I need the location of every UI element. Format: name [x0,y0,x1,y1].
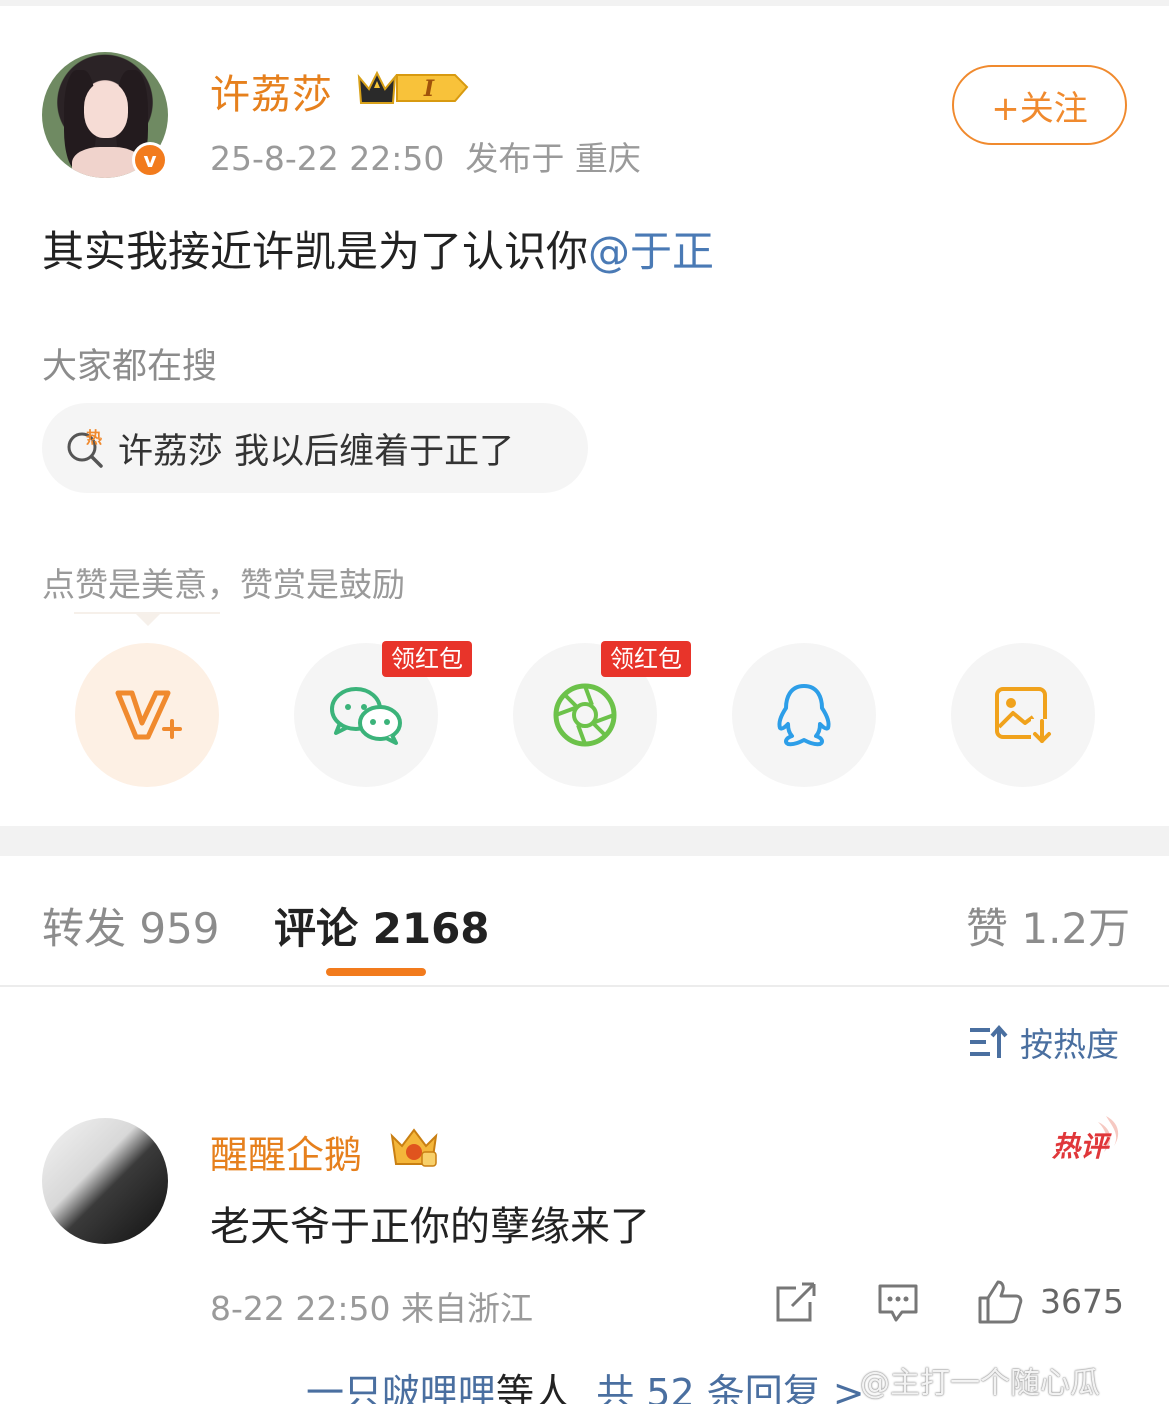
commenter-avatar[interactable] [42,1118,168,1244]
reward-label: 点赞是美意，赞赏是鼓励 [42,565,405,604]
v-plus-icon [115,690,182,740]
sort-label: 按热度 [1020,1025,1119,1064]
post-body: 其实我接近许凯是为了认识你@于正 [42,218,714,279]
moments-icon [553,683,617,747]
commenter-name[interactable]: 醒醒企鹅 [210,1124,362,1179]
wechat-icon [330,687,402,745]
vip-level: I [423,76,435,102]
repost-comment-icon[interactable] [774,1280,818,1324]
fan-badge-icon [390,1128,438,1167]
follow-button[interactable]: +关注 [952,65,1127,145]
trending-search-text: 许荔莎 我以后缠着于正了 [118,431,515,472]
redpack-tag: 领红包 [382,641,472,677]
trending-search-item[interactable]: 热 许荔莎 我以后缠着于正了 [42,403,588,493]
verified-icon: v [132,142,168,178]
post-location: 发布于 重庆 [465,139,641,178]
share-qq-button[interactable] [732,643,876,787]
active-tab-indicator [326,968,426,976]
tabs-divider [0,985,1169,987]
section-divider [0,826,1169,856]
trending-label: 大家都在搜 [42,347,218,387]
post-text: 其实我接近许凯是为了认识你 [42,227,589,276]
post-timestamp: 25-8-22 22:50 [210,139,445,178]
v-plus-button[interactable] [75,643,219,787]
watermark: @主打一个随心瓜 [860,1366,1100,1401]
qq-icon [777,684,831,747]
save-image-button[interactable] [951,643,1095,787]
tab-likes[interactable]: 赞 1.2万 [966,895,1130,956]
tab-comments[interactable]: 评论 2168 [274,895,490,956]
comment-like-count: 3675 [1040,1282,1124,1321]
hot-comment-tag: 热评 [1051,1116,1119,1163]
vip-crown-icon[interactable]: I [355,67,470,107]
redpack-tag: 领红包 [601,641,691,677]
post-meta: 25-8-22 22:50 发布于 重庆 [210,132,641,180]
reward-pointer-arrow [134,612,162,626]
weibo-post-detail: v 许荔莎 I 25-8-22 22:50 发布于 重庆 +关注 其实我接近许凯… [0,0,1169,1404]
tab-reposts[interactable]: 转发 959 [42,895,220,956]
like-icon[interactable] [976,1278,1024,1326]
top-border [0,0,1169,6]
view-replies-link[interactable]: 一只啵哩哩等人 共 52 条回复 > [306,1362,865,1404]
reply-count[interactable]: 共 52 条回复 > [596,1371,864,1404]
reply-user-name[interactable]: 一只啵哩哩 [306,1371,496,1404]
comment-text: 老天爷于正你的孽缘来了 [210,1204,650,1250]
svg-text:热: 热 [86,428,102,447]
reply-others-text: 等人 [496,1371,573,1404]
hot-search-icon: 热 [64,427,106,469]
comment-meta: 8-22 22:50 来自浙江 [210,1289,533,1328]
save-image-icon [995,687,1053,745]
author-name[interactable]: 许荔莎 [210,62,333,120]
mention-link[interactable]: @于正 [588,227,714,276]
sort-icon [970,1024,1008,1058]
hot-comment-label: 热评 [1051,1130,1112,1163]
reply-comment-icon[interactable] [876,1280,920,1324]
sort-by-hot-button[interactable]: 按热度 [968,1018,1119,1066]
